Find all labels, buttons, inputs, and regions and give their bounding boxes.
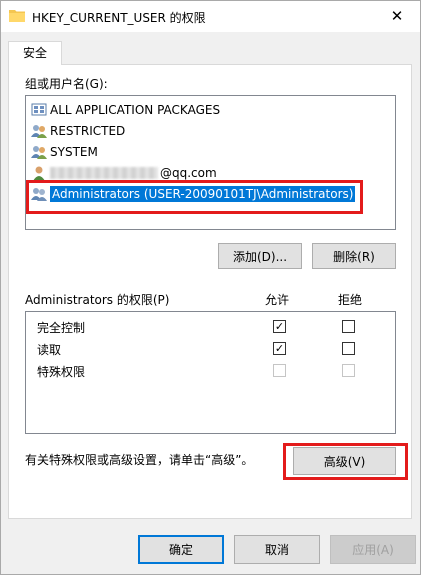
remove-button[interactable]: 删除(R) [312, 243, 396, 269]
check-icon: ✓ [274, 320, 285, 333]
permission-name: 读取 [37, 343, 62, 357]
group-users-icon [31, 145, 47, 159]
permissions-list: 完全控制 ✓ 读取 ✓ 特殊权限 [25, 311, 396, 434]
group-name: ALL APPLICATION PACKAGES [50, 102, 221, 117]
group-users-icon [31, 187, 47, 201]
deny-checkbox[interactable] [342, 320, 355, 333]
list-item[interactable]: SYSTEM [26, 141, 395, 162]
add-button[interactable]: 添加(D)... [218, 243, 302, 269]
ok-button[interactable]: 确定 [138, 535, 224, 564]
close-icon: ✕ [390, 7, 404, 25]
group-name: RESTRICTED [50, 123, 126, 138]
allow-header: 允许 [265, 293, 290, 307]
group-name: @qq.com [160, 165, 217, 180]
list-item[interactable]: ALL APPLICATION PACKAGES [26, 99, 395, 120]
cancel-button[interactable]: 取消 [234, 535, 320, 564]
advanced-note: 有关特殊权限或高级设置，请单击“高级”。 [25, 453, 254, 467]
list-item[interactable]: RESTRICTED [26, 120, 395, 141]
window-title: HKEY_CURRENT_USER 的权限 [32, 11, 206, 25]
redacted-email [50, 166, 158, 179]
group-name: Administrators (USER-20090101TJ\Administ… [50, 185, 356, 202]
permission-name: 完全控制 [37, 321, 86, 335]
check-icon: ✓ [274, 342, 285, 355]
permission-row: 完全控制 ✓ [26, 316, 395, 338]
allow-checkbox[interactable]: ✓ [273, 320, 286, 333]
group-users-icon [31, 124, 47, 138]
groups-listbox[interactable]: ALL APPLICATION PACKAGES RESTRICTED SYST… [25, 95, 396, 230]
allow-checkbox-disabled [273, 364, 286, 377]
list-item-selected[interactable]: Administrators (USER-20090101TJ\Administ… [26, 183, 395, 204]
group-name: SYSTEM [50, 144, 98, 159]
groups-label: 组或用户名(G): [25, 77, 108, 91]
close-button[interactable]: ✕ [374, 1, 420, 31]
permission-row: 读取 ✓ [26, 338, 395, 360]
permissions-label: Administrators 的权限(P) [25, 293, 170, 307]
tab-security[interactable]: 安全 [8, 41, 62, 65]
deny-checkbox-disabled [342, 364, 355, 377]
permission-name: 特殊权限 [37, 365, 86, 379]
advanced-button[interactable]: 高级(V) [293, 447, 396, 475]
folder-icon [9, 10, 25, 22]
permissions-dialog: HKEY_CURRENT_USER 的权限 ✕ 安全 组或用户名(G): ALL… [0, 0, 421, 575]
allow-checkbox[interactable]: ✓ [273, 342, 286, 355]
title-bar[interactable]: HKEY_CURRENT_USER 的权限 ✕ [1, 1, 420, 32]
security-panel: 组或用户名(G): ALL APPLICATION PACKAGES RESTR… [8, 64, 412, 519]
deny-header: 拒绝 [338, 293, 363, 307]
apply-button[interactable]: 应用(A) [330, 535, 416, 564]
deny-checkbox[interactable] [342, 342, 355, 355]
list-item[interactable]: @qq.com [26, 162, 395, 183]
permission-row: 特殊权限 [26, 360, 395, 382]
single-user-icon [33, 166, 45, 181]
app-packages-icon [31, 103, 47, 115]
